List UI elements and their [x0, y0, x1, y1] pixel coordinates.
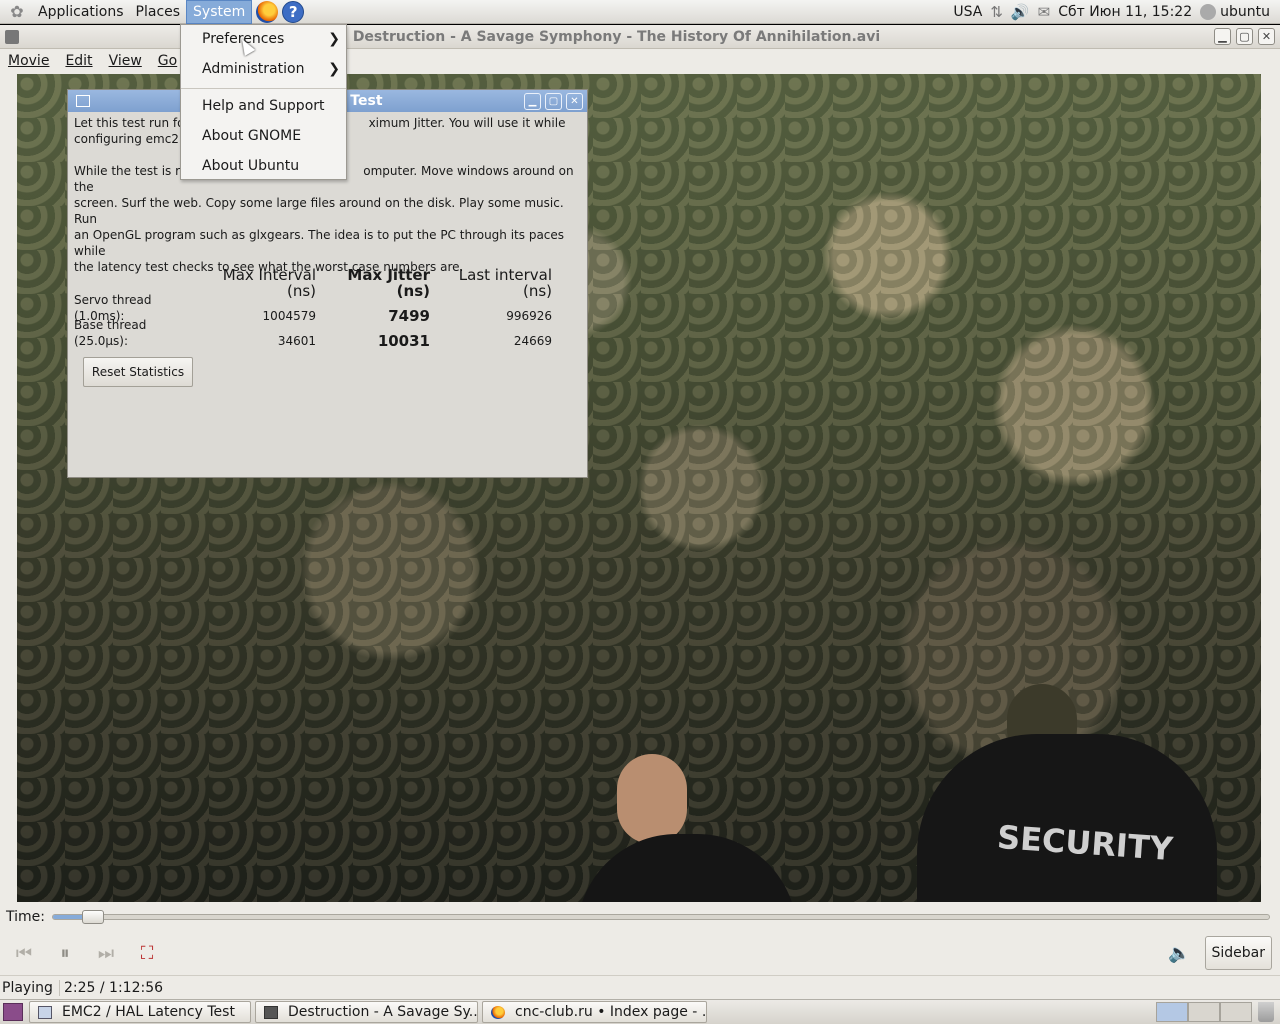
max-interval-value: 34601	[277, 334, 316, 348]
menu-movie[interactable]: Movie	[0, 53, 57, 69]
film-icon	[264, 1005, 278, 1019]
column-header-last-interval: Last interval (ns)	[458, 266, 552, 300]
mail-icon[interactable]: ✉	[1038, 3, 1051, 21]
show-desktop-icon[interactable]	[3, 1003, 23, 1021]
minimize-button[interactable]: ▁	[1214, 28, 1231, 45]
system-menu-dropdown: Preferences ❯ Administration ❯ Help and …	[180, 24, 347, 180]
firefox-launcher-icon[interactable]	[256, 0, 279, 23]
network-icon[interactable]: ⇅	[990, 3, 1003, 21]
window-icon[interactable]	[76, 95, 90, 107]
table-row: Base thread (25.0µs): 34601 10031 24669	[74, 318, 581, 350]
task-label: Destruction - A Savage Sy...	[288, 1004, 478, 1020]
menu-item-help[interactable]: Help and Support	[181, 92, 346, 120]
clock[interactable]: Сбт Июн 11, 15:22	[1058, 4, 1192, 20]
workspace-2[interactable]	[1188, 1002, 1220, 1022]
menu-edit[interactable]: Edit	[57, 53, 100, 69]
keyboard-layout-indicator[interactable]: USA	[953, 4, 982, 20]
instructions-text: ximum Jitter. You will use it while	[368, 116, 566, 130]
places-menu[interactable]: Places	[130, 0, 187, 24]
workspace-switcher	[1156, 1002, 1252, 1022]
task-video-player[interactable]: Destruction - A Savage Sy...	[255, 1001, 478, 1023]
close-button[interactable]: ✕	[1258, 28, 1275, 45]
chevron-right-icon: ❯	[328, 31, 340, 47]
task-firefox[interactable]: cnc-club.ru • Index page - ...	[482, 1001, 707, 1023]
last-interval-value: 996926	[506, 309, 552, 323]
playback-status: Playing	[0, 979, 60, 996]
top-panel: ✿ Applications Places System ? USA ⇅ 🔊 ✉…	[0, 0, 1280, 24]
time-bar: Time:	[0, 906, 1280, 928]
player-statusbar: Playing 2:25 / 1:12:56	[0, 975, 1280, 999]
user-icon	[1200, 3, 1217, 20]
reset-statistics-button[interactable]: Reset Statistics	[83, 357, 193, 387]
maximize-button[interactable]: ▢	[1236, 28, 1253, 45]
pause-button[interactable]: ⏸	[49, 937, 81, 969]
instructions-text: screen. Surf the web. Copy some large fi…	[74, 196, 564, 226]
film-icon[interactable]	[5, 29, 19, 44]
menu-separator	[181, 88, 346, 89]
menu-item-label: About GNOME	[202, 128, 302, 144]
instructions-text: While the test is run	[74, 164, 196, 178]
menu-item-about-ubuntu[interactable]: About Ubuntu	[181, 152, 346, 180]
max-interval-value: 1004579	[262, 309, 316, 323]
previous-chapter-button[interactable]: ⏮	[8, 937, 40, 969]
column-header-max-jitter: Max Jitter (ns)	[347, 266, 430, 300]
security-shirt-text: SECURITY	[995, 817, 1175, 869]
workspace-3[interactable]	[1220, 1002, 1252, 1022]
menu-item-label: About Ubuntu	[202, 158, 300, 174]
fullscreen-button[interactable]: ⛶	[131, 937, 163, 969]
menu-item-label: Help and Support	[202, 98, 325, 114]
volume-icon[interactable]: 🔊	[1011, 3, 1030, 21]
column-header-max-interval: Max Interval (ns)	[222, 266, 316, 300]
menu-item-administration[interactable]: Administration ❯	[181, 55, 346, 83]
last-interval-value: 24669	[513, 334, 552, 348]
user-switcher[interactable]: ubuntu	[1200, 3, 1270, 20]
dialog-close-button[interactable]: ✕	[566, 92, 583, 110]
instructions-text: an OpenGL program such as glxgears. The …	[74, 228, 565, 258]
panel-tray: USA ⇅ 🔊 ✉ Сбт Июн 11, 15:22 ubuntu	[953, 3, 1280, 21]
gnome-foot-icon: ✿	[10, 2, 24, 21]
instructions-text: configuring emc2.	[74, 132, 183, 146]
task-label: cnc-club.ru • Index page - ...	[515, 1004, 707, 1020]
playback-controls: ⏮ ⏸ ⏭ ⛶ 🔈 Sidebar	[0, 933, 1280, 973]
next-chapter-button[interactable]: ⏭	[90, 937, 122, 969]
video-figure	[617, 754, 687, 844]
task-label: EMC2 / HAL Latency Test	[62, 1004, 235, 1020]
workspace-1[interactable]	[1156, 1002, 1188, 1022]
max-jitter-value: 7499	[388, 307, 430, 325]
volume-button[interactable]: 🔈	[1168, 943, 1190, 964]
sidebar-button[interactable]: Sidebar	[1204, 936, 1272, 970]
seek-handle[interactable]	[82, 910, 105, 924]
latency-table: Max Interval (ns) Max Jitter (ns) Last i…	[74, 267, 581, 350]
applications-menu[interactable]: Applications	[32, 0, 130, 24]
menu-view[interactable]: View	[101, 53, 150, 69]
menu-item-label: Administration	[202, 61, 305, 77]
window-icon	[38, 1005, 52, 1019]
trash-icon[interactable]	[1258, 1002, 1274, 1022]
dialog-maximize-button[interactable]: ▢	[545, 92, 562, 110]
seek-slider[interactable]	[52, 910, 1270, 924]
dialog-minimize-button[interactable]: ▁	[524, 92, 541, 110]
firefox-icon	[491, 1005, 505, 1019]
bottom-taskbar: EMC2 / HAL Latency Test Destruction - A …	[0, 999, 1280, 1024]
chevron-right-icon: ❯	[328, 61, 340, 77]
row-label: Base thread (25.0µs):	[74, 318, 147, 348]
help-launcher-icon[interactable]: ?	[282, 0, 305, 23]
menu-item-about-gnome[interactable]: About GNOME	[181, 122, 346, 150]
menu-item-preferences[interactable]: Preferences ❯	[181, 25, 346, 53]
time-position: 2:25 / 1:12:56	[64, 979, 164, 996]
time-label: Time:	[6, 909, 45, 925]
user-name: ubuntu	[1220, 3, 1270, 20]
max-jitter-value: 10031	[377, 332, 430, 350]
system-menu[interactable]: System	[186, 0, 253, 24]
task-latency-test[interactable]: EMC2 / HAL Latency Test	[29, 1001, 251, 1023]
